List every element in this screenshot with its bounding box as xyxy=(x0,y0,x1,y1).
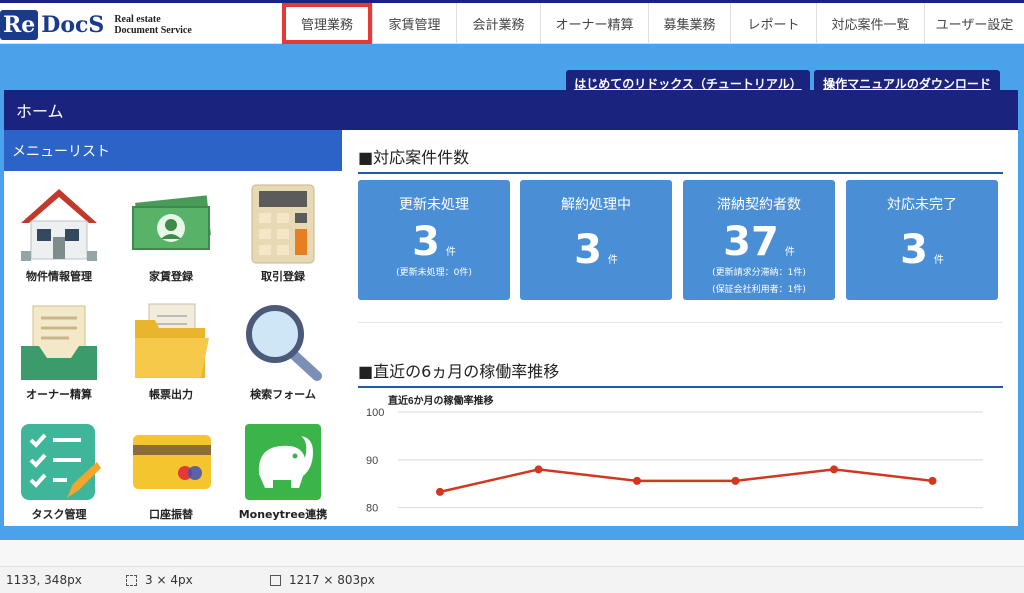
nav-item-boshu[interactable]: 募集業務 xyxy=(648,3,730,44)
stat-sub-line: (保証会社利用者：1件) xyxy=(712,285,806,295)
logo-tagline-line2: Document Service xyxy=(114,25,192,36)
stat-card-delinquent[interactable]: 滞納契約者数 37 件 (更新請求分滞納：1件) (保証会社利用者：1件) xyxy=(683,180,835,300)
top-navigation-bar: Re DocS Real estate Document Service 管理業… xyxy=(0,0,1024,44)
cursor-coords-text: 1133, 348px xyxy=(6,573,82,587)
stat-sub-line: (更新未処理：0件) xyxy=(396,268,472,278)
stat-title: 更新未処理 xyxy=(399,197,469,213)
stat-unit: 件 xyxy=(784,247,795,258)
menu-item-label: Moneytree連携 xyxy=(238,508,328,521)
stat-title: 解約処理中 xyxy=(561,197,631,213)
menu-item-label: 取引登録 xyxy=(261,270,305,283)
data-point[interactable] xyxy=(928,476,937,485)
stat-card-cancellation[interactable]: 解約処理中 3件 xyxy=(520,180,672,300)
calculator-icon xyxy=(238,182,328,266)
menu-item-search-form[interactable]: 検索フォーム xyxy=(228,300,338,412)
logo-re: Re xyxy=(0,10,39,40)
menu-list-header: メニューリスト xyxy=(4,130,342,171)
menu-item-label: 検索フォーム xyxy=(250,388,316,401)
selection-size-text: 3 × 4px xyxy=(145,573,193,587)
checklist-icon xyxy=(14,420,104,504)
stat-unit: 件 xyxy=(933,255,944,266)
redocs-logo[interactable]: Re DocS Real estate Document Service xyxy=(0,9,192,41)
menu-item-task[interactable]: タスク管理 xyxy=(4,420,114,532)
logo-tagline: Real estate Document Service xyxy=(114,14,191,36)
banknote-icon xyxy=(126,182,216,266)
selection-size: 3 × 4px xyxy=(126,573,193,587)
dashboard-panel: ■対応案件件数 更新未処理 3件 (更新未処理：0件) 解約処理中 3件 滞納契… xyxy=(342,130,1018,526)
occupancy-section-title: ■直近の6ヵ月の稼働率推移 xyxy=(358,358,1003,388)
cursor-coords: 1133, 348px xyxy=(6,573,82,587)
home-title-bar: ホーム xyxy=(4,90,1018,130)
data-point[interactable] xyxy=(731,476,740,485)
cases-section-title: ■対応案件件数 xyxy=(358,144,1003,174)
menu-item-account-transfer[interactable]: 口座振替 xyxy=(116,420,226,532)
stat-unit: 件 xyxy=(445,247,456,258)
occupancy-line-chart: 直近6か月の稼働率推移 100 90 80 xyxy=(366,394,983,515)
y-tick-label: 80 xyxy=(366,503,378,515)
image-size-text: 1217 × 803px xyxy=(289,573,375,587)
nav-item-kanri[interactable]: 管理業務 xyxy=(282,3,372,44)
moneytree-elephant-icon xyxy=(238,420,328,504)
menu-item-rent[interactable]: 家賃登録 xyxy=(116,182,226,294)
menu-item-label: 家賃登録 xyxy=(149,270,193,283)
stat-card-renewal-pending[interactable]: 更新未処理 3件 (更新未処理：0件) xyxy=(358,180,510,300)
data-point[interactable] xyxy=(534,465,543,474)
data-point[interactable] xyxy=(830,465,838,474)
chart-title: 直近6か月の稼働率推移 xyxy=(388,394,494,407)
menu-item-label: オーナー精算 xyxy=(26,388,92,401)
stat-unit: 件 xyxy=(607,255,618,266)
house-icon xyxy=(14,182,104,266)
folder-icon xyxy=(126,300,216,384)
y-tick-label: 90 xyxy=(366,455,378,467)
menu-item-property[interactable]: 物件情報管理 xyxy=(4,182,114,294)
main-nav: 管理業務 家賃管理 会計業務 オーナー精算 募集業務 レポート 対応案件一覧 ユ… xyxy=(282,3,1024,44)
menu-list-title: メニューリスト xyxy=(12,143,110,160)
menu-item-transaction[interactable]: 取引登録 xyxy=(228,182,338,294)
nav-item-owner[interactable]: オーナー精算 xyxy=(540,3,648,44)
home-title: ホーム xyxy=(16,102,64,121)
inbox-tray-icon xyxy=(14,300,104,384)
stat-value: 3 xyxy=(900,227,928,273)
data-point[interactable] xyxy=(436,487,444,496)
stat-title: 滞納契約者数 xyxy=(717,197,801,213)
menu-item-label: 物件情報管理 xyxy=(26,270,92,283)
y-tick-label: 100 xyxy=(366,407,384,419)
data-point[interactable] xyxy=(633,476,641,485)
magnifier-icon xyxy=(238,300,328,384)
menu-list: メニューリスト 物件情報管理 家賃登録 取引登録 オーナー精算 帳票出力 検索フ… xyxy=(4,130,342,526)
page-bottom-strip xyxy=(0,540,1024,566)
nav-item-user-settings[interactable]: ユーザー設定 xyxy=(924,3,1024,44)
section-divider xyxy=(358,322,1003,323)
menu-item-moneytree[interactable]: Moneytree連携 xyxy=(228,420,338,532)
stat-value: 37 xyxy=(723,219,779,265)
status-bar: 1133, 348px 3 × 4px 1217 × 803px xyxy=(0,566,1024,593)
nav-item-cases[interactable]: 対応案件一覧 xyxy=(816,3,924,44)
image-size-icon xyxy=(270,574,281,586)
stat-value: 3 xyxy=(412,219,440,265)
logo-docs: DocS xyxy=(41,12,105,38)
selection-icon xyxy=(126,574,137,586)
menu-item-label: タスク管理 xyxy=(31,508,87,521)
image-size: 1217 × 803px xyxy=(270,573,375,587)
stat-sub-line: (更新請求分滞納：1件) xyxy=(712,268,806,278)
menu-item-label: 口座振替 xyxy=(149,508,193,521)
menu-item-label: 帳票出力 xyxy=(149,388,193,401)
nav-item-report[interactable]: レポート xyxy=(730,3,816,44)
menu-item-report-output[interactable]: 帳票出力 xyxy=(116,300,226,412)
credit-card-icon xyxy=(126,420,216,504)
menu-item-owner-settlement[interactable]: オーナー精算 xyxy=(4,300,114,412)
stat-value: 3 xyxy=(574,227,602,273)
nav-item-yachin[interactable]: 家賃管理 xyxy=(372,3,456,44)
logo-tagline-line1: Real estate xyxy=(114,14,161,25)
series-line xyxy=(439,468,933,494)
nav-item-kaikei[interactable]: 会計業務 xyxy=(456,3,540,44)
stat-card-incomplete[interactable]: 対応未完了 3件 xyxy=(846,180,998,300)
stat-title: 対応未完了 xyxy=(887,197,957,213)
